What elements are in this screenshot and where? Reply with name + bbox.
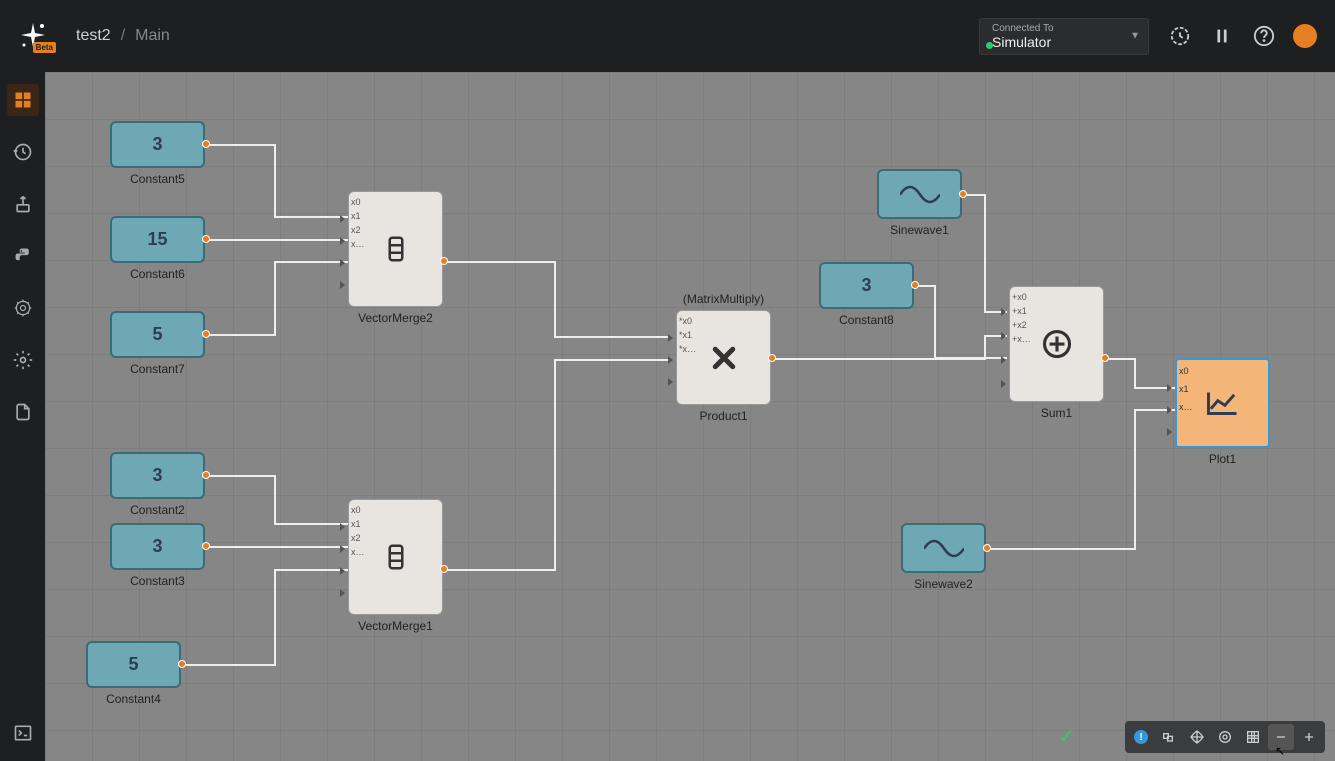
canvas[interactable]: 3 Constant5 15 Constant6 5 Constant7 3 C…: [45, 72, 1335, 761]
help-icon[interactable]: [1253, 25, 1275, 47]
vector-icon: [381, 542, 411, 572]
block-constant2[interactable]: 3 Constant2: [110, 452, 205, 499]
vector-icon: [381, 234, 411, 264]
sidebar-item-file[interactable]: [7, 396, 39, 428]
breadcrumb-project[interactable]: test2: [76, 27, 111, 45]
input-port[interactable]: [340, 567, 345, 575]
input-port[interactable]: [340, 281, 345, 289]
pause-icon[interactable]: [1211, 25, 1233, 47]
block-sum1[interactable]: +x0 +x1 +x2 +x… Sum1: [1009, 286, 1104, 402]
input-port[interactable]: [340, 589, 345, 597]
sidebar-item-history[interactable]: [7, 136, 39, 168]
sidebar-item-export[interactable]: [7, 188, 39, 220]
sync-icon[interactable]: [1169, 25, 1191, 47]
input-port[interactable]: [340, 215, 345, 223]
output-port[interactable]: [202, 330, 210, 338]
connection-value: Simulator: [992, 34, 1118, 50]
avatar[interactable]: [1293, 24, 1317, 48]
output-port[interactable]: [983, 544, 991, 552]
block-sinewave2[interactable]: Sinewave2: [901, 523, 986, 573]
input-port[interactable]: [1167, 384, 1172, 392]
input-port[interactable]: [1001, 380, 1006, 388]
chevron-down-icon: ▼: [1130, 31, 1140, 42]
input-port[interactable]: [340, 259, 345, 267]
output-port[interactable]: [202, 471, 210, 479]
output-port[interactable]: [1101, 354, 1109, 362]
block-constant8[interactable]: 3 Constant8: [819, 262, 914, 309]
output-port[interactable]: [440, 565, 448, 573]
info-button[interactable]: !: [1128, 724, 1154, 750]
block-constant7[interactable]: 5 Constant7: [110, 311, 205, 358]
beta-badge: Beta: [33, 42, 56, 53]
sidebar-item-settings[interactable]: [7, 344, 39, 376]
output-port[interactable]: [440, 257, 448, 265]
zoom-in-button[interactable]: [1296, 724, 1322, 750]
breadcrumb-page[interactable]: Main: [135, 27, 170, 45]
grid-button[interactable]: [1240, 724, 1266, 750]
input-port[interactable]: [340, 523, 345, 531]
input-port[interactable]: [1167, 428, 1172, 436]
output-port[interactable]: [202, 235, 210, 243]
status-dot-icon: [986, 42, 993, 49]
pan-button[interactable]: [1184, 724, 1210, 750]
sidebar-item-blocks[interactable]: [7, 84, 39, 116]
plus-icon: [1042, 329, 1072, 359]
sidebar: [0, 72, 45, 761]
input-port[interactable]: [1167, 406, 1172, 414]
input-port[interactable]: [1001, 308, 1006, 316]
output-port[interactable]: [202, 140, 210, 148]
block-vectormerge2[interactable]: x0 x1 x2 x… VectorMerge2: [348, 191, 443, 307]
input-port[interactable]: [340, 545, 345, 553]
input-port[interactable]: [668, 356, 673, 364]
chart-icon: [1205, 388, 1240, 418]
output-port[interactable]: [768, 354, 776, 362]
layers-button[interactable]: [1156, 724, 1182, 750]
block-plot1[interactable]: x0 x1 x… Plot1: [1175, 358, 1270, 448]
block-vectormerge1[interactable]: x0 x1 x2 x… VectorMerge1: [348, 499, 443, 615]
input-port[interactable]: [668, 334, 673, 342]
input-port[interactable]: [668, 378, 673, 386]
input-port[interactable]: [340, 237, 345, 245]
block-sinewave1[interactable]: Sinewave1: [877, 169, 962, 219]
output-port[interactable]: [911, 281, 919, 289]
block-constant4[interactable]: 5 Constant4: [86, 641, 181, 688]
output-port[interactable]: [202, 542, 210, 550]
block-constant5[interactable]: 3 Constant5: [110, 121, 205, 168]
output-port[interactable]: [178, 660, 186, 668]
sidebar-item-rust[interactable]: [7, 292, 39, 324]
connection-dropdown[interactable]: Connected To Simulator ▼: [979, 18, 1149, 55]
sidebar-item-terminal[interactable]: [7, 717, 39, 749]
multiply-icon: [709, 343, 739, 373]
input-port[interactable]: [1001, 332, 1006, 340]
block-constant3[interactable]: 3 Constant3: [110, 523, 205, 570]
connection-label: Connected To: [992, 23, 1118, 34]
zoom-out-button[interactable]: [1268, 724, 1294, 750]
block-constant6[interactable]: 15 Constant6: [110, 216, 205, 263]
sidebar-item-python[interactable]: [7, 240, 39, 272]
status-toolbar: !: [1125, 721, 1325, 753]
info-icon: !: [1134, 730, 1148, 744]
output-port[interactable]: [959, 190, 967, 198]
center-button[interactable]: [1212, 724, 1238, 750]
sine-icon: [924, 536, 964, 561]
app-logo[interactable]: Beta: [18, 21, 48, 51]
block-product1[interactable]: *x0 *x1 *x… (MatrixMultiply) Product1: [676, 310, 771, 405]
status-check-icon: ✓: [1058, 724, 1075, 749]
breadcrumb: test2 / Main: [76, 27, 170, 45]
input-port[interactable]: [1001, 356, 1006, 364]
sine-icon: [900, 182, 940, 207]
